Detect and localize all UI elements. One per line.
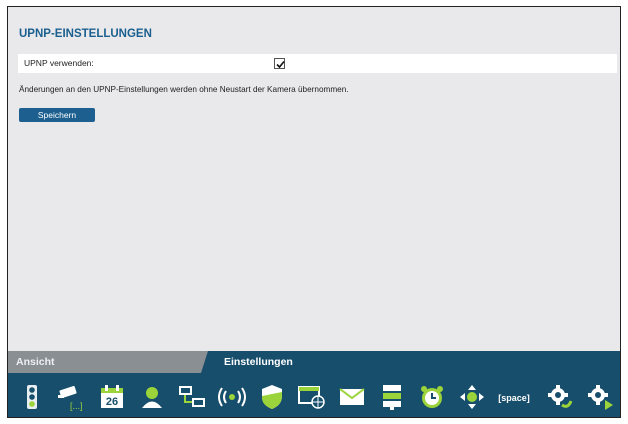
space-button[interactable]: [space] — [496, 379, 532, 415]
security-button[interactable] — [256, 379, 288, 415]
calendar-button[interactable]: 26 — [96, 379, 128, 415]
upnp-label: UPNP verwenden: — [24, 58, 94, 68]
svg-text:[...]: [...] — [70, 401, 83, 411]
info-text: Änderungen an den UPNP-Einstellungen wer… — [19, 85, 349, 94]
network-icon — [179, 386, 205, 407]
tab-view-label: Ansicht — [16, 356, 55, 368]
mail-button[interactable] — [336, 379, 368, 415]
main-tabbar: Ansicht Einstellungen — [8, 351, 620, 373]
network-button[interactable] — [176, 379, 208, 415]
wireless-icon — [218, 387, 246, 407]
settings-toolbar: [...] 26 [space] — [8, 373, 620, 417]
tab-settings[interactable]: Einstellungen — [224, 356, 293, 368]
upnp-setting-row: UPNP verwenden: — [18, 54, 617, 73]
space-label: [space] — [498, 393, 530, 403]
gear-refresh-icon — [548, 385, 573, 408]
web-icon — [298, 386, 325, 409]
storage-icon — [383, 385, 401, 410]
gear-play-button[interactable] — [584, 379, 616, 415]
traffic-light-icon — [27, 385, 37, 409]
shield-icon — [262, 385, 282, 409]
settings-panel: UPNP-EINSTELLUNGEN UPNP verwenden: Änder… — [8, 7, 620, 351]
tab-view[interactable]: Ansicht — [8, 351, 208, 373]
alarm-button[interactable] — [416, 379, 448, 415]
user-button[interactable] — [136, 379, 168, 415]
alarm-clock-icon — [421, 386, 443, 408]
save-button[interactable]: Speichern — [19, 108, 95, 122]
space-icon: [space] — [498, 393, 530, 403]
web-button[interactable] — [296, 379, 328, 415]
wireless-button[interactable] — [216, 379, 248, 415]
calendar-day: 26 — [106, 396, 118, 408]
mail-icon — [339, 388, 365, 405]
ptz-button[interactable] — [456, 379, 488, 415]
upnp-checkbox[interactable] — [274, 58, 285, 69]
user-icon — [142, 387, 162, 408]
gear-refresh-button[interactable] — [544, 379, 576, 415]
app-window: UPNP-EINSTELLUNGEN UPNP verwenden: Änder… — [7, 6, 621, 418]
storage-button[interactable] — [376, 379, 408, 415]
page-title: UPNP-EINSTELLUNGEN — [19, 28, 152, 40]
calendar-icon: 26 — [101, 385, 123, 408]
ptz-icon — [460, 385, 484, 409]
checkmark-icon — [276, 60, 285, 69]
traffic-light-button[interactable] — [16, 379, 48, 415]
camera-button[interactable]: [...] — [56, 379, 88, 415]
camera-icon: [...] — [58, 385, 83, 411]
gear-play-icon — [588, 385, 613, 410]
